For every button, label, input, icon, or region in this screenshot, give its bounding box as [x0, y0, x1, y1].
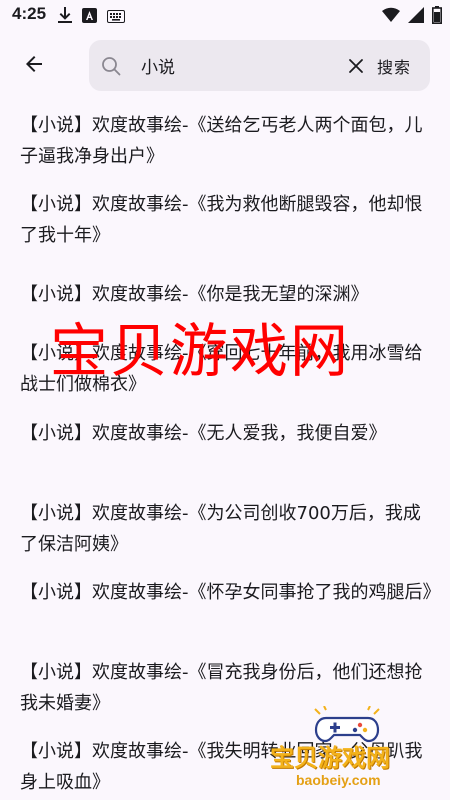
status-icons-right	[382, 6, 442, 28]
download-icon	[58, 7, 72, 27]
keyboard-icon	[107, 8, 125, 27]
search-box[interactable]: 搜索	[89, 40, 430, 91]
back-button[interactable]	[14, 46, 54, 86]
close-icon	[349, 59, 363, 73]
status-bar: 4:25	[0, 0, 450, 30]
list-item[interactable]: 【小说】欢度故事绘-《冒充我身份后，他们还想抢我未婚妻》	[20, 657, 432, 719]
arrow-left-icon	[22, 52, 46, 80]
wifi-icon	[382, 7, 400, 27]
list-item[interactable]: 【小说】欢度故事绘-《我为救他断腿毁容，他却恨了我十年》	[20, 189, 432, 251]
screen: 4:25 小说 搜索 【小说】欢度故事绘-《送给乞丐老人两个面包，儿子逼我净身出…	[0, 0, 450, 800]
list-item[interactable]: 【小说】欢度故事绘-《怀孕女同事抢了我的鸡腿后》	[20, 577, 441, 608]
a-badge-icon	[82, 7, 97, 27]
status-time: 4:25	[12, 4, 47, 23]
list-item[interactable]: 【小说】欢度故事绘-《为公司创收700万后，我成了保洁阿姨》	[20, 498, 432, 560]
signal-icon	[408, 7, 424, 27]
list-item[interactable]: 【小说】欢度故事绘-《你是我无望的深渊》	[20, 279, 432, 310]
list-item[interactable]: 【小说】欢度故事绘-《无人爱我，我便自爱》	[20, 418, 432, 449]
search-button[interactable]: 搜索	[377, 54, 411, 78]
list-item[interactable]: 【小说】欢度故事绘-《穿回七十年前，我用冰雪给战士们做棉衣》	[20, 338, 432, 400]
battery-icon	[432, 6, 442, 28]
search-icon	[101, 56, 121, 76]
search-input[interactable]	[141, 48, 331, 82]
list-item[interactable]: 【小说】欢度故事绘-《送给乞丐老人两个面包，儿子逼我净身出户》	[20, 110, 432, 172]
status-icons-left	[58, 7, 125, 27]
clear-button[interactable]	[345, 55, 367, 77]
list-item[interactable]: 【小说】欢度故事绘-《我失明转业回家，父母趴我身上吸血》	[20, 736, 432, 798]
top-bar: 搜索	[0, 36, 450, 94]
